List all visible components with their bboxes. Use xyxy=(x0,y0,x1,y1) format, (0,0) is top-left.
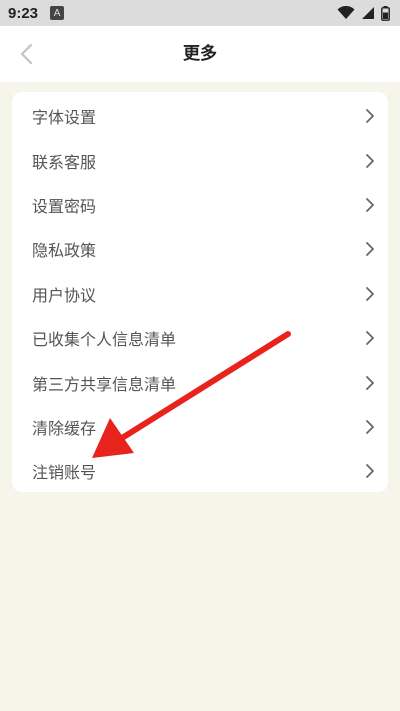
menu-item-font-settings[interactable]: 字体设置 xyxy=(12,94,388,138)
chevron-right-icon xyxy=(362,463,378,479)
menu-item-contact-service[interactable]: 联系客服 xyxy=(12,138,388,182)
menu-item-label: 已收集个人信息清单 xyxy=(32,330,177,350)
battery-icon xyxy=(381,5,390,21)
notification-icon: A xyxy=(50,6,65,20)
status-icons xyxy=(337,5,390,21)
chevron-right-icon xyxy=(362,286,378,302)
chevron-right-icon xyxy=(362,153,378,169)
status-bar: 9:23 A xyxy=(0,0,400,26)
menu-item-label: 联系客服 xyxy=(32,152,97,172)
menu-card: 字体设置 联系客服 设置密码 隐私政策 用户协议 已收集个人信息清单 第三方共享… xyxy=(12,92,388,492)
menu-item-collected-info-list[interactable]: 已收集个人信息清单 xyxy=(12,316,388,360)
navigation-bar: 更多 xyxy=(0,26,400,82)
menu-item-label: 清除缓存 xyxy=(32,418,97,438)
chevron-left-icon xyxy=(20,43,33,65)
menu-item-user-agreement[interactable]: 用户协议 xyxy=(12,272,388,316)
menu-item-label: 注销账号 xyxy=(32,463,97,483)
chevron-right-icon xyxy=(362,330,378,346)
menu-item-third-party-sharing-list[interactable]: 第三方共享信息清单 xyxy=(12,360,388,404)
chevron-right-icon xyxy=(362,197,378,213)
menu-item-label: 第三方共享信息清单 xyxy=(32,374,177,394)
menu-item-set-password[interactable]: 设置密码 xyxy=(12,183,388,227)
signal-icon xyxy=(362,7,374,19)
back-button[interactable] xyxy=(10,38,42,70)
menu-item-clear-cache[interactable]: 清除缓存 xyxy=(12,405,388,449)
chevron-right-icon xyxy=(362,375,378,391)
menu-item-label: 设置密码 xyxy=(32,196,97,216)
page-title: 更多 xyxy=(183,44,217,64)
chevron-right-icon xyxy=(362,108,378,124)
menu-item-delete-account[interactable]: 注销账号 xyxy=(12,449,388,493)
chevron-right-icon xyxy=(362,419,378,435)
chevron-right-icon xyxy=(362,241,378,257)
menu-item-label: 字体设置 xyxy=(32,108,97,128)
menu-item-label: 用户协议 xyxy=(32,285,97,305)
wifi-icon xyxy=(337,6,355,19)
menu-item-privacy-policy[interactable]: 隐私政策 xyxy=(12,227,388,271)
status-time: 9:23 xyxy=(8,4,39,22)
menu-item-label: 隐私政策 xyxy=(32,241,97,261)
